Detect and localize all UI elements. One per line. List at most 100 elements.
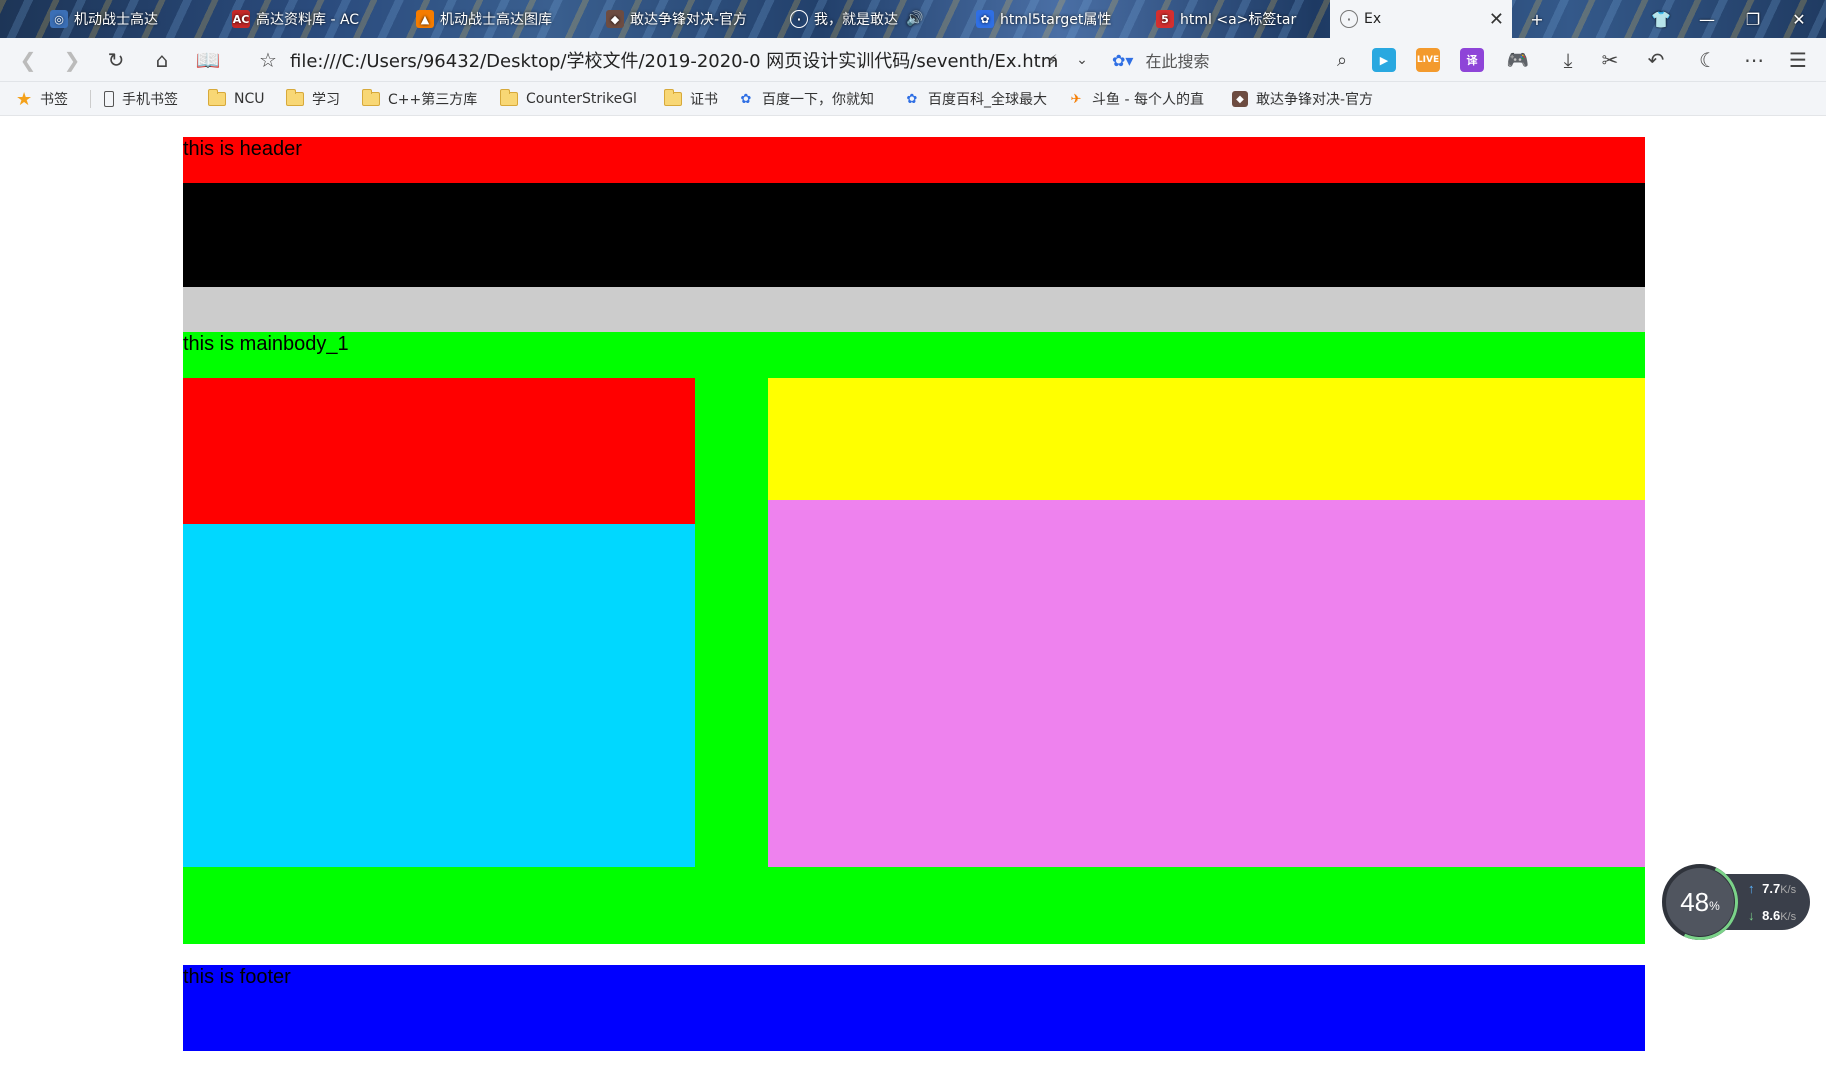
bookmark-label: CounterStrikeGl <box>526 91 637 107</box>
tab-title: html <a>标签tar <box>1180 12 1297 28</box>
download-icon[interactable]: ⤓ <box>1552 44 1584 76</box>
chevron-down-icon[interactable]: ⌄ <box>1066 44 1098 76</box>
baidu-paw-icon: ✿ <box>740 91 752 107</box>
tab-title: 我，就是敢达 <box>814 12 898 28</box>
footer-text: this is footer <box>183 966 291 988</box>
bookmark-item[interactable]: ✿ 百度百科_全球最大 <box>904 82 1052 116</box>
minimize-icon[interactable]: — <box>1684 0 1730 38</box>
left-bottom-box <box>183 524 695 867</box>
cpu-percent: 48 <box>1680 886 1710 917</box>
tab-0[interactable]: ◎ 机动战士高达 <box>40 0 210 38</box>
nav-block <box>183 183 1645 287</box>
bookmark-label: NCU <box>234 91 265 107</box>
tab-title: Ex <box>1364 11 1382 27</box>
address-text: file:///C:/Users/96432/Desktop/学校文件/2019… <box>290 51 1059 72</box>
tab-active[interactable]: · Ex ✕ <box>1330 0 1512 38</box>
forward-icon[interactable]: ❯ <box>56 44 88 76</box>
tab-title: 机动战士高达 <box>74 12 158 28</box>
game-icon: ◆ <box>606 10 624 28</box>
cpu-percent-unit: % <box>1709 899 1720 913</box>
restore-icon[interactable]: ❐ <box>1730 0 1776 38</box>
new-tab-button[interactable]: + <box>1514 0 1560 38</box>
bookmark-item[interactable]: 证书 <box>664 82 718 116</box>
bookmark-label: 学习 <box>312 92 340 108</box>
upload-arrow-icon: ↑ <box>1748 881 1755 896</box>
gamepad-icon[interactable]: 🎮 <box>1506 48 1530 72</box>
baidu-paw-icon[interactable]: ✿▾ <box>1112 51 1133 70</box>
cpu-usage-gauge[interactable]: 48% <box>1662 864 1738 940</box>
bookmark-item[interactable]: ✈ 斗鱼 - 每个人的直 <box>1068 82 1216 116</box>
undo-icon[interactable]: ↶ <box>1640 44 1672 76</box>
folder-icon <box>362 89 380 106</box>
scissors-icon[interactable]: ✂ <box>1594 44 1626 76</box>
menu-icon[interactable]: ☰ <box>1782 44 1814 76</box>
tab-title: 机动战士高达图库 <box>440 12 552 28</box>
bookmark-item[interactable]: ◆ 敢达争锋对决-官方 <box>1232 82 1382 116</box>
download-value: 8.6 <box>1762 908 1781 923</box>
folder-icon <box>208 89 226 106</box>
tab-1[interactable]: AC 高达资料库 - AC <box>222 0 382 38</box>
star-icon: ★ <box>16 88 33 110</box>
bookmark-label: 证书 <box>690 92 718 108</box>
tab-6[interactable]: 5 html <a>标签tar <box>1146 0 1316 38</box>
bookmark-label: 手机书签 <box>122 92 178 108</box>
bookmark-item[interactable]: ★ 书签 <box>16 82 68 116</box>
phone-icon <box>104 91 114 107</box>
bookmark-label: 百度百科_全球最大 <box>928 92 1047 108</box>
back-icon[interactable]: ❮ <box>12 44 44 76</box>
bookmark-item[interactable]: ✿ 百度一下，你就知 <box>738 82 886 116</box>
video-icon[interactable]: ▶ <box>1372 48 1396 72</box>
bookmark-item[interactable]: NCU <box>208 82 265 116</box>
night-mode-icon[interactable]: ☾ <box>1692 44 1724 76</box>
reader-icon[interactable]: 📖 <box>192 44 224 76</box>
translate-icon[interactable]: 译 <box>1460 48 1484 72</box>
baidu-paw-icon: ✿ <box>906 91 918 107</box>
globe-icon: · <box>1340 10 1358 28</box>
baidu-paw-icon: ✿ <box>976 10 994 28</box>
bookmark-star-icon[interactable]: ☆ <box>252 44 284 76</box>
globe-icon: · <box>790 10 808 28</box>
toolbar: ❮ ❯ ↻ ⌂ 📖 ☆ file:///C:/Users/96432/Deskt… <box>0 38 1826 82</box>
bookmark-item[interactable]: 学习 <box>286 82 340 116</box>
mainbody-text: this is mainbody_1 <box>183 333 349 355</box>
speaker-icon[interactable]: 🔊 <box>906 11 923 27</box>
tab-title: html5target属性 <box>1000 12 1112 28</box>
close-window-icon[interactable]: ✕ <box>1776 0 1822 38</box>
footer-block: this is footer <box>183 965 1645 1051</box>
upload-rate: ↑ 7.7K/s <box>1748 881 1796 896</box>
reload-icon[interactable]: ↻ <box>100 44 132 76</box>
bookmark-item[interactable]: C++第三方库 <box>362 82 477 116</box>
search-input[interactable]: ✿▾ 在此搜索 <box>1112 44 1352 76</box>
network-monitor-widget[interactable]: ↑ 7.7K/s ↓ 8.6K/s 48% <box>1662 864 1812 940</box>
game-icon: ◆ <box>1232 91 1248 107</box>
tab-title: 高达资料库 - AC <box>256 12 360 28</box>
bookmark-label: 斗鱼 - 每个人的直 <box>1092 92 1204 108</box>
tab-title: 敢达争锋对决-官方 <box>630 12 748 28</box>
tab-5[interactable]: ✿ html5target属性 <box>966 0 1136 38</box>
lightning-icon[interactable]: ⚡ <box>1036 44 1068 76</box>
header-block: this is header <box>183 137 1645 183</box>
live-icon[interactable]: LIVE <box>1416 48 1440 72</box>
folder-icon <box>664 89 682 106</box>
shirt-skin-icon[interactable]: 👕 <box>1638 0 1684 38</box>
download-arrow-icon: ↓ <box>1748 908 1755 923</box>
bookmark-item[interactable]: CounterStrikeGl <box>500 82 648 116</box>
divider <box>90 90 91 108</box>
ac-icon: AC <box>232 10 250 28</box>
right-bottom-box <box>768 500 1645 867</box>
douyu-icon: ✈ <box>1070 91 1082 107</box>
address-bar[interactable]: file:///C:/Users/96432/Desktop/学校文件/2019… <box>290 44 1090 76</box>
tab-2[interactable]: ▲ 机动战士高达图库 <box>406 0 576 38</box>
tab-3[interactable]: ◆ 敢达争锋对决-官方 <box>596 0 766 38</box>
home-icon[interactable]: ⌂ <box>146 44 178 76</box>
close-tab-icon[interactable]: ✕ <box>1489 9 1504 30</box>
left-top-box <box>183 378 695 524</box>
more-icon[interactable]: ⋯ <box>1738 44 1770 76</box>
search-icon[interactable]: ⌕ <box>1326 44 1358 76</box>
tab-4[interactable]: · 我，就是敢达 🔊 <box>780 0 960 38</box>
bookmark-label: C++第三方库 <box>388 92 478 108</box>
bookmark-item[interactable]: 手机书签 <box>104 82 178 116</box>
upload-value: 7.7 <box>1762 881 1781 896</box>
bookmark-label: 百度一下，你就知 <box>762 92 874 108</box>
bookmark-label: 敢达争锋对决-官方 <box>1256 92 1374 108</box>
